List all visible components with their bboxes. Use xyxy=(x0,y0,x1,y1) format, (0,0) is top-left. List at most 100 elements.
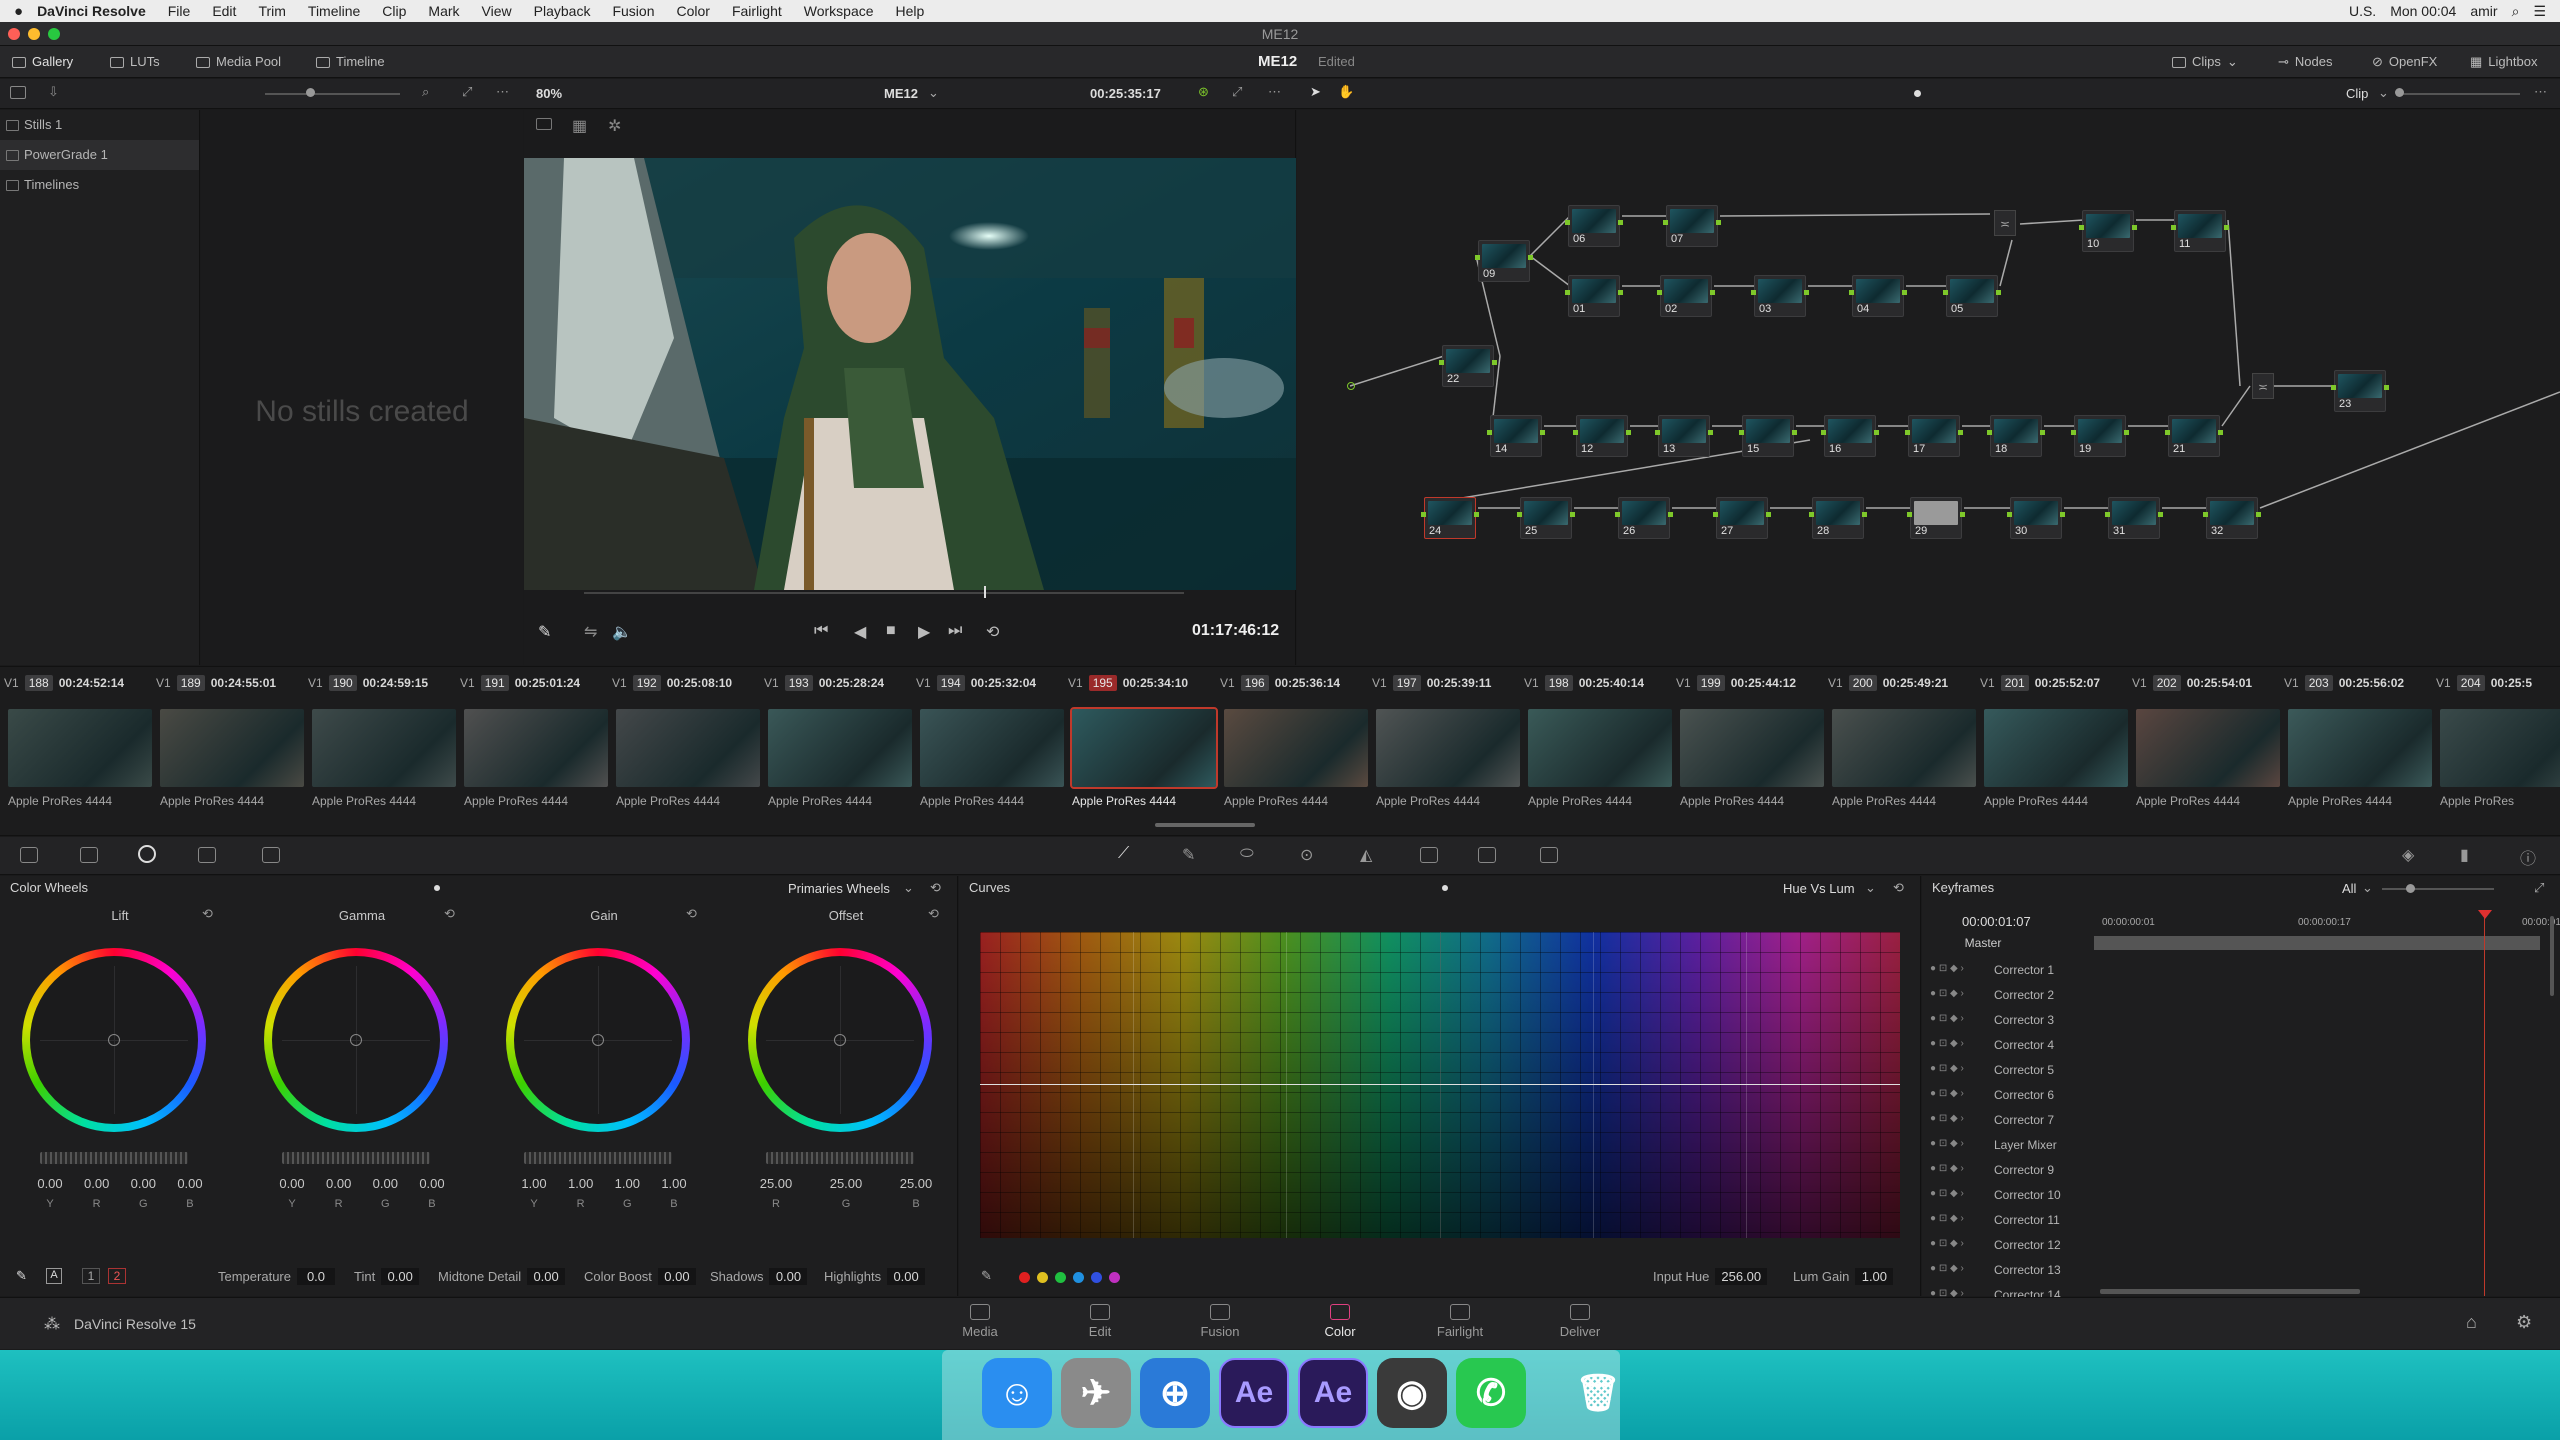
node-output-pin[interactable] xyxy=(1668,512,1673,517)
album-item[interactable]: Timelines xyxy=(0,170,199,200)
wheel-value[interactable]: 1.00 xyxy=(514,1176,554,1191)
window-icon[interactable]: ⬭ xyxy=(1240,845,1254,863)
go-to-end-icon[interactable]: ⏭ xyxy=(948,622,962,640)
node-output-pin[interactable] xyxy=(1804,290,1809,295)
midtone-detail-field[interactable]: Midtone Detail 0.00 xyxy=(438,1268,566,1285)
reset-icon[interactable]: ⟲ xyxy=(444,906,455,922)
node-output-pin[interactable] xyxy=(2040,430,2045,435)
node-output-pin[interactable] xyxy=(1766,512,1771,517)
node-input-pin[interactable] xyxy=(1907,512,1912,517)
nodes-button[interactable]: ⊸ Nodes xyxy=(2278,46,2332,78)
menu-clip[interactable]: Clip xyxy=(382,3,406,19)
fullscreen-icon[interactable]: ⤢ xyxy=(1232,84,1242,100)
page-media[interactable]: Media xyxy=(940,1304,1020,1339)
keyframe-row[interactable]: ● ⊡ ◆ › Corrector 4 xyxy=(1922,1033,2560,1058)
app-menu[interactable]: DaVinci Resolve xyxy=(37,3,146,19)
timeline-clip[interactable]: V1 196 00:25:36:14 Apple ProRes 4444 xyxy=(1220,667,1372,837)
apple-icon[interactable]: ● xyxy=(14,3,23,20)
more-options-icon[interactable]: ⋯ xyxy=(496,84,509,100)
color-wheel[interactable] xyxy=(748,948,932,1132)
page-dot[interactable] xyxy=(1442,885,1448,891)
wheel-value[interactable]: 0.00 xyxy=(412,1176,452,1191)
after-effects-icon[interactable]: Ae xyxy=(1298,1358,1368,1428)
launchpad-icon[interactable]: ✈ xyxy=(1061,1358,1131,1428)
menu-list-icon[interactable]: ☰ xyxy=(2533,3,2546,20)
node-03[interactable]: 03 xyxy=(1751,275,1809,317)
timeline-clip[interactable]: V1 194 00:25:32:04 Apple ProRes 4444 xyxy=(916,667,1068,837)
temperature-field[interactable]: Temperature 0.0 xyxy=(218,1268,335,1285)
node-output-pin[interactable] xyxy=(1960,512,1965,517)
still-size-slider-knob[interactable] xyxy=(306,88,315,97)
node-input-pin[interactable] xyxy=(1657,290,1662,295)
node-output-pin[interactable] xyxy=(2158,512,2163,517)
clip-thumbnail[interactable] xyxy=(2288,709,2432,787)
node-input-pin[interactable] xyxy=(1809,512,1814,517)
node-output-pin[interactable] xyxy=(1474,512,1479,517)
shadows-value[interactable]: 0.00 xyxy=(769,1268,808,1285)
color-wheel[interactable] xyxy=(506,948,690,1132)
chevron-down-icon[interactable]: ⌄ xyxy=(1865,880,1876,896)
clip-thumbnail[interactable] xyxy=(160,709,304,787)
row-controls-icon[interactable]: ● ⊡ ◆ › xyxy=(1930,1113,1964,1124)
clip-thumbnail[interactable] xyxy=(464,709,608,787)
node-13[interactable]: 13 xyxy=(1655,415,1713,457)
node-input-pin[interactable] xyxy=(1751,290,1756,295)
page-edit[interactable]: Edit xyxy=(1060,1304,1140,1339)
wheel-value[interactable]: 0.00 xyxy=(319,1176,359,1191)
node-output-pin[interactable] xyxy=(1618,290,1623,295)
wheel-value[interactable]: 0.00 xyxy=(365,1176,405,1191)
highlights-field[interactable]: Highlights 0.00 xyxy=(824,1268,926,1285)
page-fairlight[interactable]: Fairlight xyxy=(1420,1304,1500,1339)
eyedropper-icon[interactable]: ✎ xyxy=(981,1268,992,1284)
node-output-pin[interactable] xyxy=(1540,430,1545,435)
keyframe-row[interactable]: ● ⊡ ◆ › Corrector 2 xyxy=(1922,983,2560,1008)
auto-icon[interactable]: A xyxy=(46,1268,62,1284)
menu-help[interactable]: Help xyxy=(896,3,925,19)
timeline-clip[interactable]: V1 189 00:24:55:01 Apple ProRes 4444 xyxy=(156,667,308,837)
stills-area[interactable]: No stills created xyxy=(201,110,523,665)
timeline-clip[interactable]: V1 199 00:25:44:12 Apple ProRes 4444 xyxy=(1676,667,1828,837)
node-25[interactable]: 25 xyxy=(1517,497,1575,539)
lum-gain-field[interactable]: Lum Gain 1.00 xyxy=(1793,1268,1894,1285)
hue-swatch[interactable] xyxy=(1091,1272,1102,1283)
node-output-pin[interactable] xyxy=(1862,512,1867,517)
temperature-value[interactable]: 0.0 xyxy=(296,1268,335,1285)
keyframes-vscrollbar[interactable] xyxy=(2550,916,2554,996)
reset-icon[interactable]: ⟲ xyxy=(928,906,939,922)
playhead-marker-icon[interactable] xyxy=(2478,910,2492,919)
row-controls-icon[interactable]: ● ⊡ ◆ › xyxy=(1930,1138,1964,1149)
highlight-icon[interactable]: ⊛ xyxy=(1198,84,1209,100)
clip-thumbnail[interactable] xyxy=(920,709,1064,787)
node-input-pin[interactable] xyxy=(1475,255,1480,260)
wheel-puck[interactable] xyxy=(350,1034,362,1046)
node-input-pin[interactable] xyxy=(1573,430,1578,435)
timeline-selector[interactable]: ME12 xyxy=(884,86,918,101)
highlights-value[interactable]: 0.00 xyxy=(887,1268,926,1285)
timeline-tab[interactable]: Timeline xyxy=(316,46,385,78)
clip-thumbnail[interactable] xyxy=(1070,707,1218,789)
node-output-pin[interactable] xyxy=(2132,225,2137,230)
node-29[interactable]: 29 xyxy=(1907,497,1965,539)
node-06[interactable]: 06 xyxy=(1565,205,1623,247)
mixer-node[interactable]: ≍ xyxy=(1994,210,2016,236)
input-hue-value[interactable]: 256.00 xyxy=(1715,1268,1768,1285)
timeline-clip[interactable]: V1 195 00:25:34:10 Apple ProRes 4444 xyxy=(1068,667,1220,837)
wheels-mode-dropdown[interactable]: Primaries Wheels xyxy=(788,881,890,896)
keyframe-row[interactable]: ● ⊡ ◆ › Corrector 6 xyxy=(1922,1083,2560,1108)
row-controls-icon[interactable]: ● ⊡ ◆ › xyxy=(1930,1238,1964,1249)
keyframe-row[interactable]: ● ⊡ ◆ › Corrector 10 xyxy=(1922,1183,2560,1208)
hue-vs-lum-graph[interactable] xyxy=(980,932,1900,1238)
trash-icon[interactable]: 🗑 xyxy=(1563,1358,1633,1428)
node-02[interactable]: 02 xyxy=(1657,275,1715,317)
node-input-pin[interactable] xyxy=(1439,360,1444,365)
row-controls-icon[interactable]: ● ⊡ ◆ › xyxy=(1930,1013,1964,1024)
node-editor[interactable]: ≍ ≍ 06 07 09 10 11 01 02 03 04 05 22 23 14 12 13 15 16 17… xyxy=(1297,110,2560,665)
info-icon[interactable]: ⓘ xyxy=(2520,845,2536,869)
row-controls-icon[interactable]: ● ⊡ ◆ › xyxy=(1930,1213,1964,1224)
wheel-puck[interactable] xyxy=(834,1034,846,1046)
viewer-timecode[interactable]: 00:25:35:17 xyxy=(1090,86,1161,101)
scrubber-playhead[interactable] xyxy=(984,586,986,598)
input-hue-field[interactable]: Input Hue 256.00 xyxy=(1653,1268,1768,1285)
keyframes-filter[interactable]: All xyxy=(2342,881,2356,896)
node-output-pin[interactable] xyxy=(1902,290,1907,295)
